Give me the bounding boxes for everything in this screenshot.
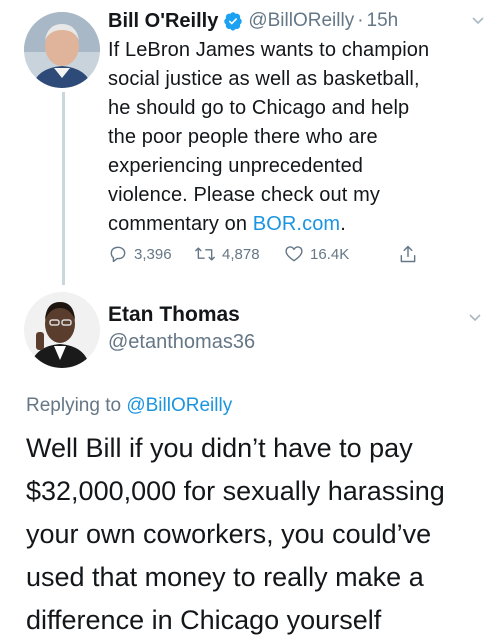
reply-text-line: your own coworkers, you could’ve [26,519,432,549]
tweet-text-line: commentary on BOR.com. [108,210,488,239]
like-count: 16.4K [310,245,350,263]
tweet-time[interactable]: 15h [367,10,399,32]
replying-to: Replying to @BillOReilly [26,395,232,417]
avatar-bill[interactable] [24,12,100,88]
reply-author-handle[interactable]: @etanthomas36 [108,329,255,355]
tweet-text-line: If LeBron James wants to champion [108,39,430,61]
chevron-down-icon[interactable] [468,310,482,324]
reply-text: Well Bill if you didn’t have to pay $32,… [26,427,486,642]
reply-count: 3,396 [134,245,172,263]
retweet-icon [195,247,215,261]
tweet-link[interactable]: BOR.com [253,213,340,235]
reply-text-line: used that money to really make a [26,562,424,592]
tweet-text-line: experiencing unprecedented [108,155,364,177]
tweet-text: If LeBron James wants to champion social… [108,36,488,239]
avatar-etan[interactable] [24,292,100,368]
tweet-text-suffix: . [340,213,346,235]
reply-button[interactable]: 3,396 [108,244,172,264]
separator-dot: · [357,10,364,31]
retweet-count: 4,878 [222,245,260,263]
reply-author-name[interactable]: Etan Thomas [108,302,255,328]
tweet-text-line: the poor people there who are [108,126,378,148]
reply-text-line: $32,000,000 for sexually harassing [26,476,445,506]
share-button[interactable] [398,244,424,264]
reply-text-line: Well Bill if you didn’t have to pay [26,433,413,463]
chevron-down-icon[interactable] [471,13,485,27]
tweet-text-line: social justice as well as basketball, [108,68,420,90]
share-icon [400,245,416,263]
tweet-text-prefix: commentary on [108,213,253,235]
reply-icon [110,246,126,263]
reply-author-block: Etan Thomas @etanthomas36 [108,302,255,355]
tweet-text-line: he should go to Chicago and help [108,97,410,119]
author-handle[interactable]: @BillOReilly [248,10,354,32]
replying-to-handle[interactable]: @BillOReilly [126,395,232,416]
like-button[interactable]: 16.4K [284,244,349,264]
tweet-header: Bill O'Reilly @BillOReilly · 15h [108,8,398,34]
reply-text-line: difference in Chicago yourself [26,605,382,635]
retweet-button[interactable]: 4,878 [194,244,260,264]
replying-to-label: Replying to [26,395,127,416]
heart-icon [285,246,303,262]
tweet-text-line: violence. Please check out my [108,184,380,206]
verified-badge-icon [223,11,243,31]
tweet-actions: 3,396 4,878 16.4K [108,244,428,268]
thread-line [62,92,65,285]
author-name[interactable]: Bill O'Reilly [108,10,218,33]
